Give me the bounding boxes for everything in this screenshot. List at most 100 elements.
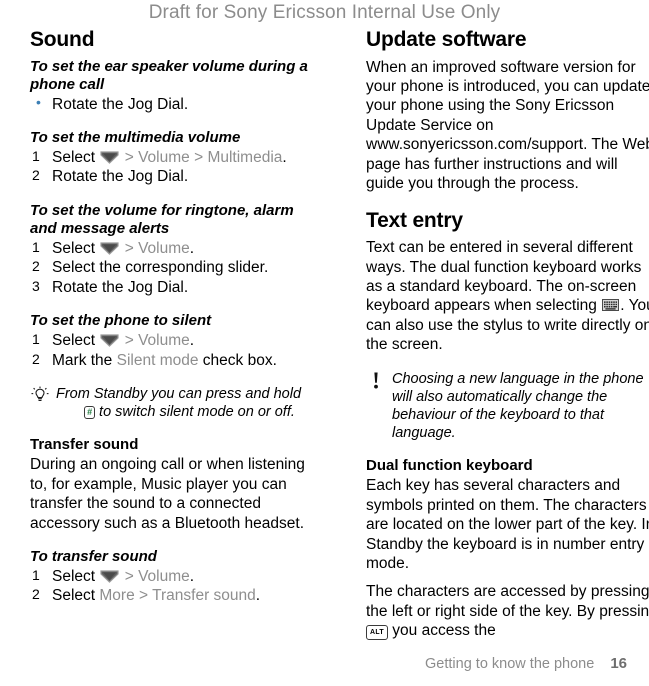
list-item: 3 Rotate the Jog Dial. xyxy=(30,278,322,297)
dual-keyboard-para-1: Each key has several characters and symb… xyxy=(366,477,649,572)
tip-callout: From Standby you can press and hold # to … xyxy=(30,385,322,421)
para-2-after: you access the xyxy=(388,622,496,640)
list-item: • Rotate the Jog Dial. xyxy=(30,93,322,114)
tip-text: From Standby you can press and hold # to … xyxy=(56,385,322,421)
para-2-before: The characters are accessed by pressing … xyxy=(366,583,649,620)
update-software-body: When an improved software version for yo… xyxy=(366,58,649,193)
ui-reference: Volume xyxy=(138,332,190,350)
page-footer: Getting to know the phone 16 xyxy=(0,655,649,672)
steps-set-multimedia-volume: 1 Select > Volume > Multimedia. 2 Rotate… xyxy=(30,148,322,187)
tip-line-2-text: to switch silent mode on or off. xyxy=(99,404,295,421)
step-text: Select > Volume. xyxy=(52,568,194,585)
list-item: 2 Select More > Transfer sound. xyxy=(30,586,322,605)
path-separator: > xyxy=(134,587,153,605)
heading-set-phone-to-silent: To set the phone to silent xyxy=(30,312,212,330)
step-number: 2 xyxy=(32,350,40,367)
note-text: Choosing a new language in the phone wil… xyxy=(392,370,644,442)
steps-to-transfer-sound: 1 Select > Volume. 2 Select More > Trans… xyxy=(30,567,322,606)
ui-reference: More xyxy=(99,587,135,605)
step-prefix: Select xyxy=(52,568,100,586)
bullet-marker: • xyxy=(36,93,41,110)
section-title-text-entry: Text entry xyxy=(366,208,463,232)
hash-key-icon[interactable]: # xyxy=(84,406,96,420)
path-separator: > xyxy=(120,148,139,166)
step-text: Rotate the Jog Dial. xyxy=(52,168,189,186)
step-text: Rotate the Jog Dial. xyxy=(52,278,189,296)
step-prefix: Mark the xyxy=(52,351,117,369)
list-item: 2 Select the corresponding slider. xyxy=(30,258,322,277)
step-number: 1 xyxy=(32,567,40,584)
dual-keyboard-para-2: The characters are accessed by pressing … xyxy=(366,582,649,641)
step-suffix: . xyxy=(282,148,287,166)
footer-chapter: Getting to know the phone xyxy=(425,656,595,672)
left-column: Sound To set the ear speaker volume duri… xyxy=(30,28,322,606)
tip-line-1: From Standby you can press and hold xyxy=(56,386,302,403)
step-suffix: . xyxy=(189,568,195,586)
list-item: 2 Mark the Silent mode check box. xyxy=(30,351,322,370)
step-text: Select > Volume > Multimedia. xyxy=(52,149,287,166)
ui-reference: Volume xyxy=(138,148,190,166)
ui-reference: Transfer sound xyxy=(152,587,256,605)
step-prefix: Select xyxy=(52,332,100,350)
step-prefix: Select xyxy=(52,587,100,605)
transfer-sound-body: During an ongoing call or when listening… xyxy=(30,456,305,532)
list-item: 1 Select > Volume. xyxy=(30,331,322,350)
chevron-down-icon[interactable] xyxy=(100,151,119,164)
chevron-down-icon[interactable] xyxy=(100,334,119,347)
list-item: 1 Select > Volume. xyxy=(30,239,322,258)
heading-transfer-sound: Transfer sound xyxy=(30,436,139,454)
ui-reference: Volume xyxy=(138,568,190,586)
draft-watermark: Draft for Sony Ericsson Internal Use Onl… xyxy=(148,2,501,23)
page-content: Sound To set the ear speaker volume duri… xyxy=(0,28,649,641)
step-number: 2 xyxy=(32,258,40,275)
path-separator: > xyxy=(120,568,139,586)
section-title-update-software: Update software xyxy=(366,28,527,51)
list-item: 2 Rotate the Jog Dial. xyxy=(30,167,322,186)
tip-line-2: # to switch silent mode on or off. xyxy=(56,403,322,421)
step-number: 2 xyxy=(32,167,40,184)
step-text: Select > Volume. xyxy=(52,240,194,257)
alt-key-icon[interactable]: ALT xyxy=(366,625,388,641)
step-text: Rotate the Jog Dial. xyxy=(52,95,189,113)
text-entry-body-before: Text can be entered in several different… xyxy=(366,239,642,315)
heading-set-ringtone-alarm-volume: To set the volume for ringtone, alarm an… xyxy=(30,201,294,237)
keyboard-icon[interactable] xyxy=(602,299,620,312)
step-text: Select More > Transfer sound. xyxy=(52,587,260,604)
chevron-down-icon[interactable] xyxy=(100,570,119,583)
lightbulb-icon xyxy=(30,386,50,406)
heading-dual-function-keyboard: Dual function keyboard xyxy=(366,457,533,475)
path-separator: > xyxy=(120,239,139,257)
heading-set-ear-speaker-volume: To set the ear speaker volume during a p… xyxy=(30,57,308,93)
heading-to-transfer-sound: To transfer sound xyxy=(30,548,157,566)
ui-reference: Silent mode xyxy=(116,351,199,369)
footer-page-number: 16 xyxy=(610,655,627,672)
step-text: Mark the Silent mode check box. xyxy=(52,352,277,369)
right-column: Update software When an improved softwar… xyxy=(366,28,649,641)
step-prefix: Select xyxy=(52,239,100,257)
step-prefix: Select xyxy=(52,148,100,166)
list-item: 1 Select > Volume > Multimedia. xyxy=(30,148,322,167)
step-number: 1 xyxy=(32,147,40,164)
path-separator: > xyxy=(120,332,139,350)
steps-set-phone-to-silent: 1 Select > Volume. 2 Mark the Silent mod… xyxy=(30,331,322,370)
ui-reference: Volume xyxy=(138,239,190,257)
steps-set-ringtone-alarm-volume: 1 Select > Volume. 2 Select the correspo… xyxy=(30,239,322,297)
steps-set-ear-speaker-volume: • Rotate the Jog Dial. xyxy=(30,93,322,114)
chevron-down-icon[interactable] xyxy=(100,242,119,255)
exclamation-icon xyxy=(366,371,386,391)
step-suffix: . xyxy=(255,587,261,605)
step-suffix: check box. xyxy=(198,351,277,369)
step-text: Select the corresponding slider. xyxy=(52,259,269,277)
step-suffix: . xyxy=(189,332,195,350)
step-number: 1 xyxy=(32,238,40,255)
list-item: 1 Select > Volume. xyxy=(30,567,322,586)
heading-set-multimedia-volume: To set the multimedia volume xyxy=(30,128,241,146)
